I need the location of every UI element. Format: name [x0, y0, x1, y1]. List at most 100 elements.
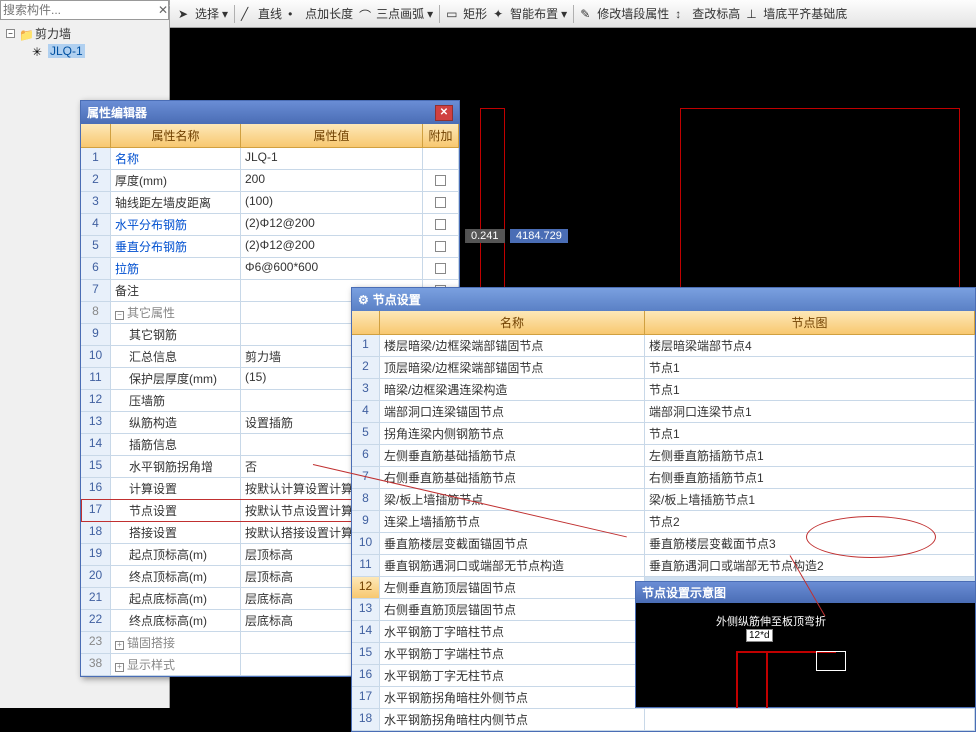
checkbox[interactable]: [435, 263, 446, 274]
node-row[interactable]: 11垂直钢筋遇洞口或端部无节点构造垂直筋遇洞口或端部无节点构造2: [352, 555, 975, 577]
expand-icon[interactable]: +: [115, 641, 124, 650]
node-row[interactable]: 2顶层暗梁/边框梁端部锚固节点节点1: [352, 357, 975, 379]
row-num: 13: [81, 412, 111, 433]
property-row[interactable]: 3轴线距左墙皮距离(100): [81, 192, 459, 214]
property-row[interactable]: 6拉筋Φ6@600*600: [81, 258, 459, 280]
expand-icon[interactable]: +: [115, 663, 124, 672]
checkelev-button[interactable]: ↕查改标高: [675, 5, 740, 22]
prop-extra: [423, 192, 459, 213]
prop-value[interactable]: (100): [241, 192, 423, 213]
prop-extra: [423, 170, 459, 191]
rebar-line: [736, 653, 738, 708]
node-figure[interactable]: 节点1: [645, 423, 975, 444]
hdr-val: 属性值: [241, 124, 423, 147]
prop-name: 拉筋: [111, 258, 241, 279]
checkbox[interactable]: [435, 197, 446, 208]
expand-icon[interactable]: −: [115, 311, 124, 320]
row-num: 16: [352, 665, 380, 686]
node-row[interactable]: 8梁/板上墙插筋节点梁/板上墙插筋节点1: [352, 489, 975, 511]
node-figure[interactable]: 节点1: [645, 379, 975, 400]
search-input[interactable]: [3, 3, 158, 17]
node-figure[interactable]: 右侧垂直筋插筋节点1: [645, 467, 975, 488]
row-num: 9: [352, 511, 380, 532]
diagram-titlebar[interactable]: 节点设置示意图: [636, 582, 975, 603]
checkbox[interactable]: [435, 219, 446, 230]
node-row[interactable]: 18水平钢筋拐角暗柱内侧节点: [352, 709, 975, 731]
tree-root-label: 剪力墙: [35, 25, 71, 42]
node-figure[interactable]: 节点1: [645, 357, 975, 378]
close-button[interactable]: ✕: [435, 105, 453, 121]
smart-icon: ✦: [493, 7, 507, 21]
prop-value[interactable]: (2)Φ12@200: [241, 214, 423, 235]
cursor-icon: ➤: [178, 7, 192, 21]
node-figure[interactable]: 垂直筋遇洞口或端部无节点构造2: [645, 555, 975, 576]
property-row[interactable]: 5垂直分布钢筋(2)Φ12@200: [81, 236, 459, 258]
node-figure[interactable]: 梁/板上墙插筋节点1: [645, 489, 975, 510]
node-figure[interactable]: 垂直筋楼层变截面节点3: [645, 533, 975, 554]
node-figure[interactable]: 端部洞口连梁节点1: [645, 401, 975, 422]
hdr-ext: 附加: [423, 124, 459, 147]
row-num: 4: [352, 401, 380, 422]
property-row[interactable]: 2厚度(mm)200: [81, 170, 459, 192]
node-name: 水平钢筋丁字端柱节点: [380, 643, 645, 664]
modseg-button[interactable]: ✎修改墙段属性: [580, 5, 669, 22]
node-figure[interactable]: [645, 709, 975, 730]
node-figure[interactable]: 左侧垂直筋插筋节点1: [645, 445, 975, 466]
line-button[interactable]: ╱直线: [241, 5, 282, 22]
property-row[interactable]: 1名称JLQ-1: [81, 148, 459, 170]
checkbox[interactable]: [435, 175, 446, 186]
prop-name: 插筋信息: [111, 434, 241, 455]
row-num: 38: [81, 654, 111, 675]
tree-child-item[interactable]: ✳ JLQ-1: [6, 43, 163, 59]
property-row[interactable]: 4水平分布钢筋(2)Φ12@200: [81, 214, 459, 236]
tree-collapse-icon[interactable]: −: [6, 29, 15, 38]
prop-value[interactable]: 200: [241, 170, 423, 191]
row-num: 13: [352, 599, 380, 620]
property-header: 属性名称 属性值 附加: [81, 124, 459, 148]
row-num: 7: [352, 467, 380, 488]
search-clear-icon[interactable]: ✕: [158, 3, 168, 17]
separator: [573, 5, 574, 23]
node-row[interactable]: 1楼层暗梁/边框梁端部锚固节点楼层暗梁端部节点4: [352, 335, 975, 357]
separator: [234, 5, 235, 23]
prop-value[interactable]: JLQ-1: [241, 148, 423, 169]
align-icon: ⊥: [746, 7, 760, 21]
hdr-num: [352, 311, 380, 334]
wallbot-button[interactable]: ⊥墙底平齐基础底: [746, 5, 847, 22]
row-num: 18: [81, 522, 111, 543]
node-header: 名称 节点图: [352, 311, 975, 335]
property-window-titlebar[interactable]: 属性编辑器 ✕: [81, 101, 459, 124]
node-name: 端部洞口连梁锚固节点: [380, 401, 645, 422]
row-num: 8: [352, 489, 380, 510]
select-button[interactable]: ➤选择▾: [178, 5, 228, 22]
prop-value[interactable]: Φ6@600*600: [241, 258, 423, 279]
diagram-value-input[interactable]: 12*d: [746, 629, 773, 642]
chevron-down-icon: ▾: [222, 7, 228, 21]
node-row[interactable]: 5拐角连梁内侧钢筋节点节点1: [352, 423, 975, 445]
row-num: 12: [81, 390, 111, 411]
node-row[interactable]: 4端部洞口连梁锚固节点端部洞口连梁节点1: [352, 401, 975, 423]
prop-name: 汇总信息: [111, 346, 241, 367]
node-row[interactable]: 6左侧垂直筋基础插筋节点左侧垂直筋插筋节点1: [352, 445, 975, 467]
diagram-canvas: 外侧纵筋伸至板顶弯折 12*d: [636, 603, 975, 710]
node-row[interactable]: 3暗梁/边框梁遇连梁构造节点1: [352, 379, 975, 401]
pointlen-button[interactable]: •点加长度: [288, 5, 353, 22]
arc3-button[interactable]: ⌒三点画弧▾: [359, 5, 433, 22]
coord-x: 0.241: [465, 229, 505, 243]
prop-name: 水平分布钢筋: [111, 214, 241, 235]
rect-button[interactable]: ▭矩形: [446, 5, 487, 22]
prop-name: 节点设置: [111, 500, 241, 521]
node-row[interactable]: 9连梁上墙插筋节点节点2: [352, 511, 975, 533]
node-name: 垂直钢筋遇洞口或端部无节点构造: [380, 555, 645, 576]
tree-root-item[interactable]: − 📁 剪力墙: [6, 24, 163, 43]
smart-button[interactable]: ✦智能布置▾: [493, 5, 567, 22]
node-window-titlebar[interactable]: ⚙ 节点设置: [352, 288, 975, 311]
node-figure[interactable]: 楼层暗梁端部节点4: [645, 335, 975, 356]
node-row[interactable]: 10垂直筋楼层变截面锚固节点垂直筋楼层变截面节点3: [352, 533, 975, 555]
prop-value[interactable]: (2)Φ12@200: [241, 236, 423, 257]
prop-extra: [423, 236, 459, 257]
checkbox[interactable]: [435, 241, 446, 252]
node-row[interactable]: 7右侧垂直筋基础插筋节点右侧垂直筋插筋节点1: [352, 467, 975, 489]
row-num: 6: [352, 445, 380, 466]
node-figure[interactable]: 节点2: [645, 511, 975, 532]
